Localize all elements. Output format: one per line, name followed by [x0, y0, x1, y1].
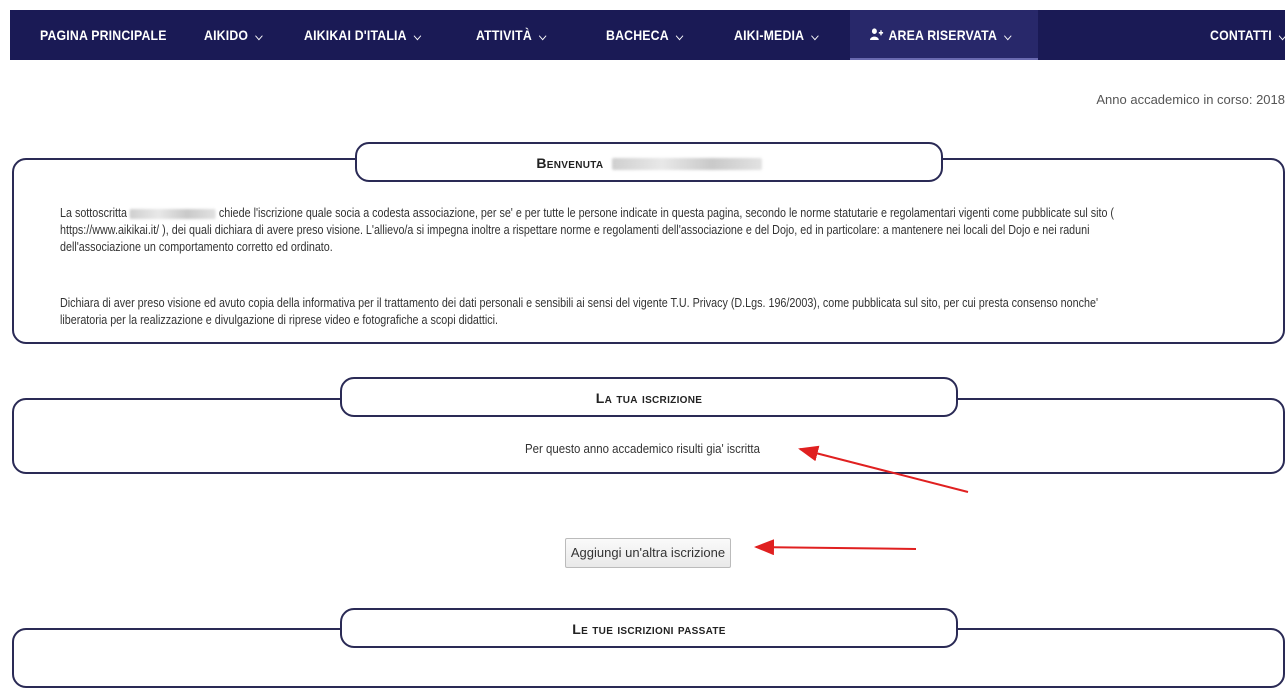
arrow-to-button	[754, 539, 917, 556]
arrow-to-message	[798, 445, 969, 493]
annotation-arrows	[754, 445, 969, 556]
